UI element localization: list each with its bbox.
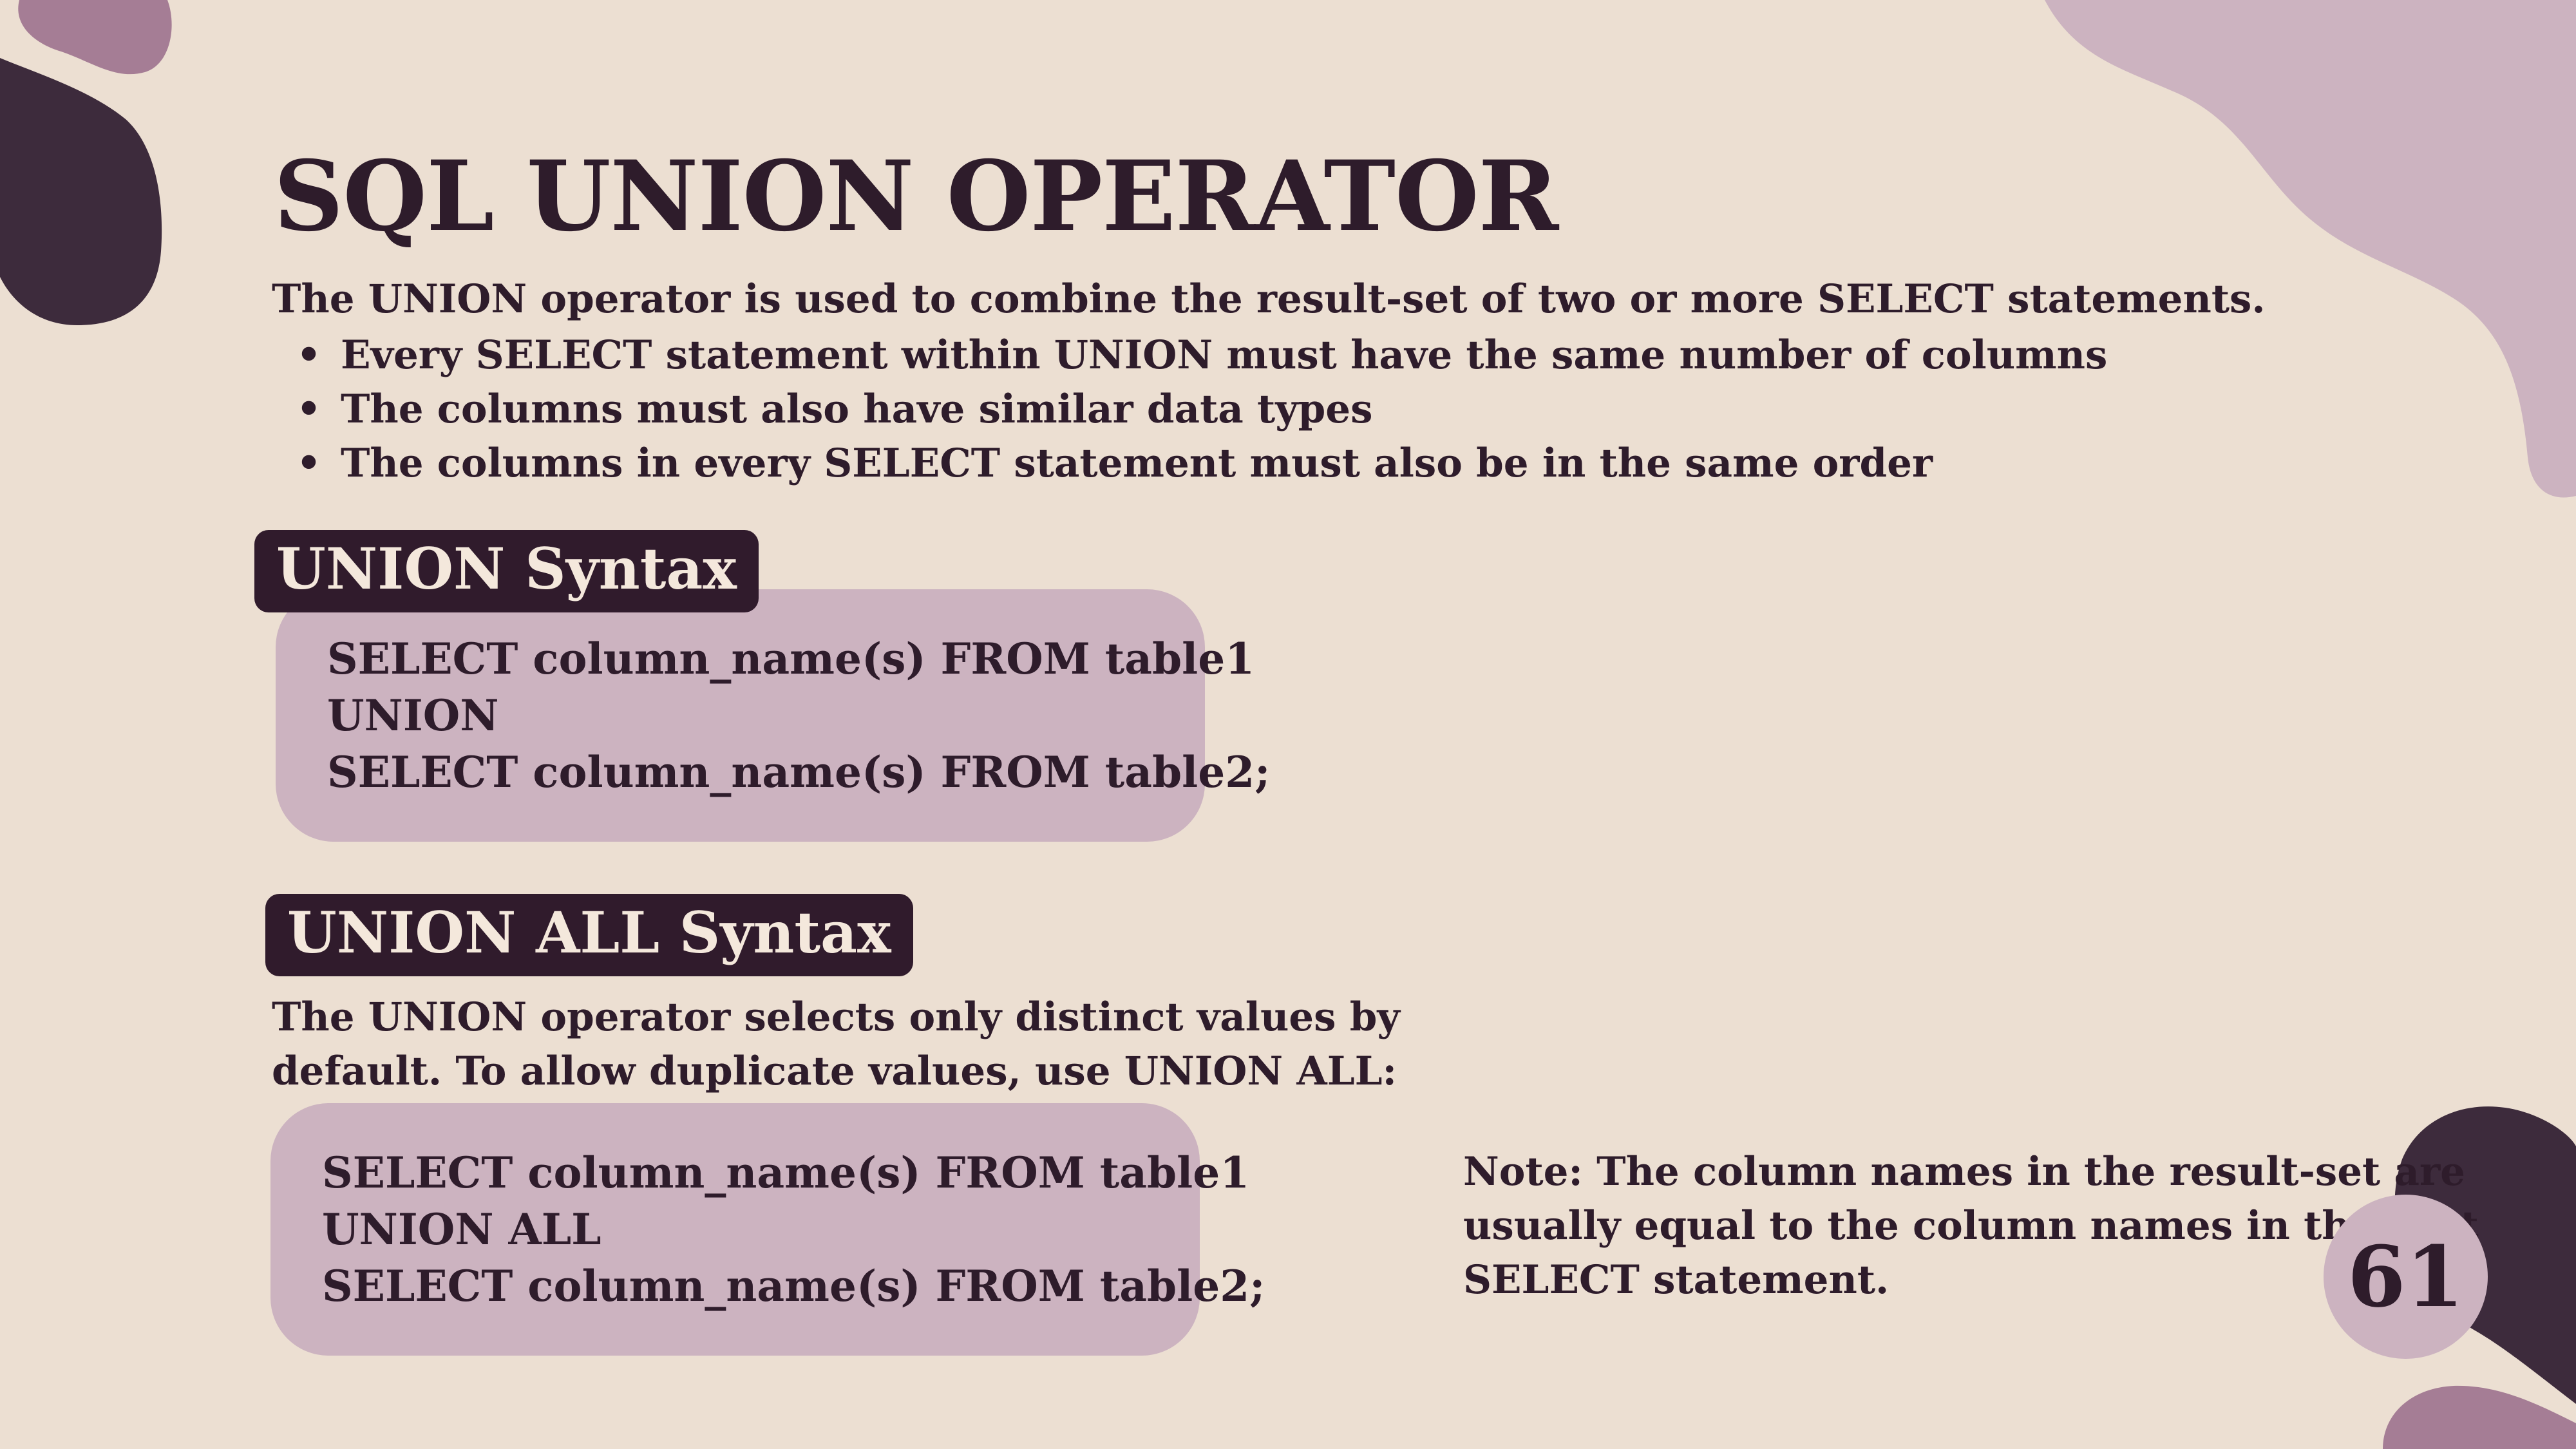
rules-list: Every SELECT statement within UNION must…	[296, 328, 2107, 491]
code-line: SELECT column_name(s) FROM table2;	[327, 747, 1271, 797]
page-title: SQL UNION OPERATOR	[274, 140, 1558, 253]
note-line: Note: The column names in the result-set…	[1463, 1149, 2465, 1195]
union-syntax-label: UNION Syntax	[254, 530, 759, 612]
rule-item: The columns in every SELECT statement mu…	[296, 437, 2107, 491]
code-line: SELECT column_name(s) FROM table1	[327, 634, 1255, 684]
decorative-blob-top-right	[2045, 0, 2576, 498]
note-line: usually equal to the column names in the…	[1463, 1203, 2479, 1249]
union-all-code-box: SELECT column_name(s) FROM table1 UNION …	[270, 1103, 1265, 1356]
rule-item: The columns must also have similar data …	[296, 383, 2107, 437]
union-all-description: The UNION operator selects only distinct…	[272, 990, 1400, 1099]
intro-text: The UNION operator is used to combine th…	[272, 276, 2266, 322]
decorative-blob-top-left-dark	[0, 58, 162, 325]
code-line: UNION	[327, 690, 499, 741]
union-code: SELECT column_name(s) FROM table1 UNION …	[327, 630, 1271, 800]
description-line: default. To allow duplicate values, use …	[272, 1048, 1397, 1094]
code-line: UNION ALL	[322, 1204, 601, 1255]
union-all-syntax-label: UNION ALL Syntax	[265, 894, 913, 976]
rule-item: Every SELECT statement within UNION must…	[296, 328, 2107, 383]
code-line: SELECT column_name(s) FROM table1	[322, 1148, 1250, 1198]
union-code-box: SELECT column_name(s) FROM table1 UNION …	[276, 589, 1271, 842]
code-line: SELECT column_name(s) FROM table2;	[322, 1261, 1265, 1311]
decorative-blob-bottom-right-light	[2383, 1385, 2576, 1449]
union-all-code: SELECT column_name(s) FROM table1 UNION …	[322, 1144, 1265, 1314]
page-number: 61	[2324, 1195, 2488, 1359]
description-line: The UNION operator selects only distinct…	[272, 994, 1400, 1040]
